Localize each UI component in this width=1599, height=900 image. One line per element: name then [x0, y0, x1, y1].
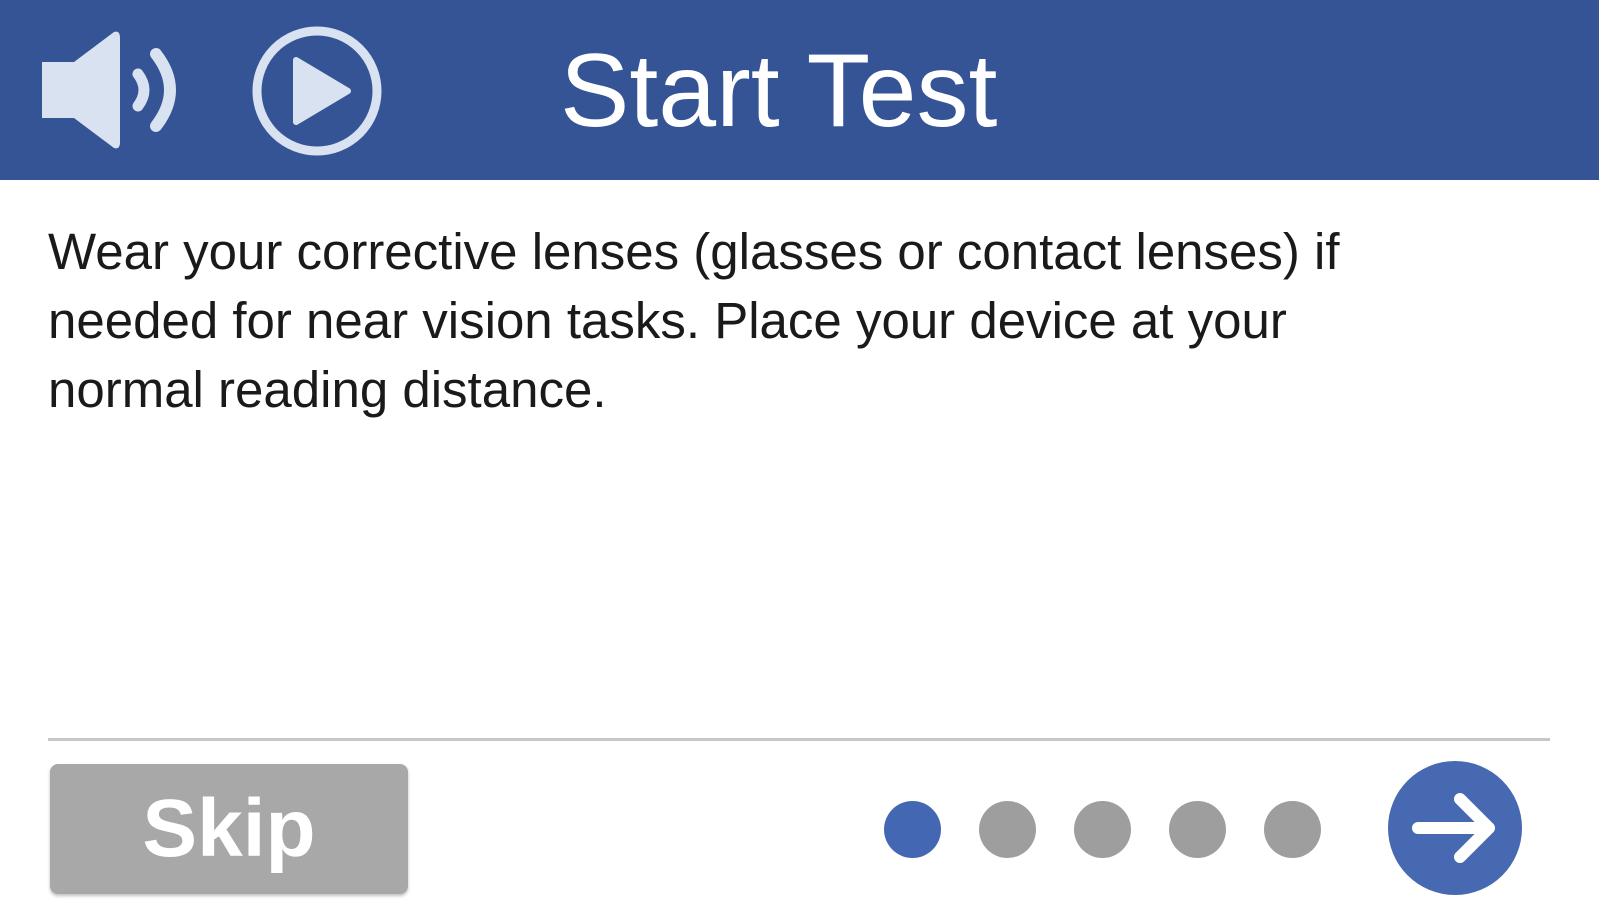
page-dot-2	[979, 801, 1036, 858]
page-dot-1	[884, 801, 941, 858]
next-button[interactable]	[1388, 761, 1522, 895]
arrow-right-icon	[1412, 793, 1495, 863]
page-title: Start Test	[560, 33, 998, 149]
header-bar: Start Test	[0, 0, 1599, 180]
page-indicator	[884, 801, 1321, 859]
instructions-text: Wear your corrective lenses (glasses or …	[48, 223, 1340, 418]
page-dot-5	[1264, 801, 1321, 858]
skip-button[interactable]: Skip	[50, 764, 408, 894]
speaker-icon[interactable]	[38, 30, 188, 150]
page-dot-4	[1169, 801, 1226, 858]
start-test-screen: Start Test Wear your corrective lenses (…	[0, 0, 1599, 900]
footer-divider	[48, 738, 1550, 741]
page-dot-3	[1074, 801, 1131, 858]
play-circle-icon[interactable]	[250, 24, 384, 158]
